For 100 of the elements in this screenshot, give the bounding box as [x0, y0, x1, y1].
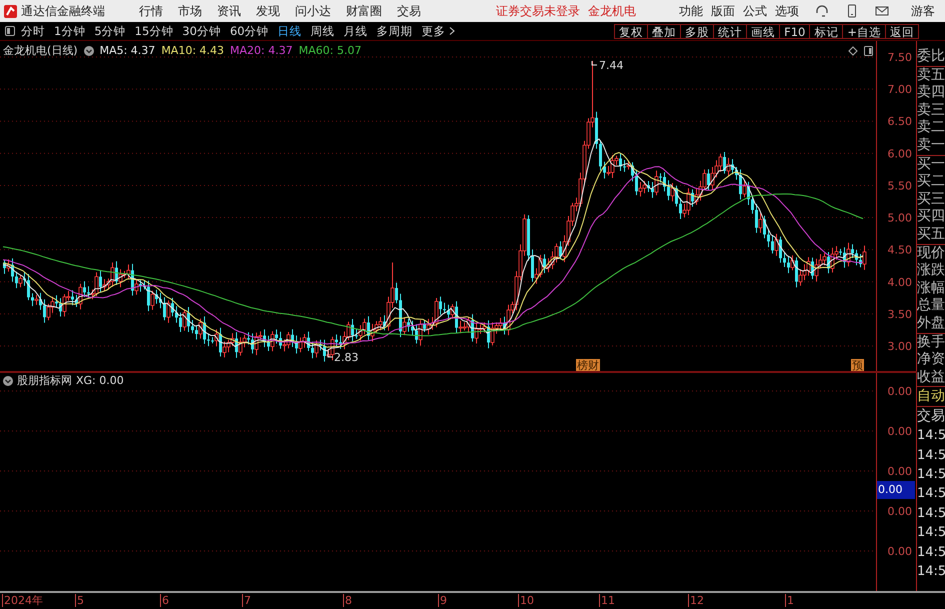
period-tab[interactable]: 多周期	[376, 24, 413, 38]
indicator-title: 股朋指标网	[17, 373, 72, 388]
trade-time: 14:5	[917, 544, 945, 562]
price-axis-label: 3.00	[888, 340, 912, 353]
menu-item[interactable]: 问小达	[295, 2, 331, 20]
quote-field-label: 涨幅	[917, 280, 945, 298]
period-tab[interactable]: 5分钟	[94, 24, 126, 38]
trade-time: 14:5	[917, 427, 945, 446]
ma-value: MA10: 4.43	[161, 44, 224, 57]
quote-field-label: 净资	[917, 351, 945, 369]
period-tab[interactable]: 月线	[344, 24, 368, 38]
quote-field-label: 涨跌	[917, 262, 945, 280]
quote-field-label: 卖一	[917, 136, 945, 155]
top-action[interactable]: 选项	[775, 2, 799, 20]
indicator-axis-label: 0.00	[888, 385, 912, 398]
time-axis-label: 11	[599, 594, 615, 607]
chevron-down-icon[interactable]	[84, 46, 94, 56]
mail-icon[interactable]	[875, 4, 889, 18]
mode-label[interactable]: 自动	[917, 387, 945, 408]
quote-field-label: 委比	[917, 48, 945, 66]
trade-time: 14:5	[917, 466, 945, 484]
quote-field-label: 外盘	[917, 314, 945, 332]
top-action[interactable]: 版面	[711, 2, 735, 20]
period-tab[interactable]: 1分钟	[54, 24, 86, 38]
menu-item[interactable]: 发现	[256, 2, 280, 20]
indicator-axis-label: 0.00	[888, 425, 912, 438]
trade-time: 14:5	[917, 563, 945, 582]
diamond-icon[interactable]	[848, 46, 858, 56]
cursor-value-label: 0.00	[877, 481, 915, 499]
login-status: 证券交易未登录	[496, 2, 580, 20]
menu-item[interactable]: 资讯	[217, 2, 241, 20]
indicator-axis-label: 0.00	[888, 465, 912, 478]
leader-line	[592, 60, 598, 66]
menu-item[interactable]: 交易	[397, 2, 421, 20]
price-axis-label: 5.50	[888, 179, 912, 192]
time-axis-label: 9	[438, 594, 447, 607]
menu-item[interactable]: 财富圈	[346, 2, 382, 20]
trade-time: 14:5	[917, 504, 945, 523]
ma-value: MA5: 4.37	[100, 44, 156, 57]
price-axis-label: 5.00	[888, 212, 912, 225]
price-axis-label: 6.00	[888, 147, 912, 160]
period-tab[interactable]: 15分钟	[134, 24, 174, 38]
stock-name: 金龙机电	[588, 2, 636, 20]
price-axis-label: 6.50	[888, 115, 912, 128]
menu-item[interactable]: 行情	[139, 2, 163, 20]
quote-field-label: 卖五	[917, 66, 945, 84]
period-tab[interactable]: 30分钟	[182, 24, 221, 38]
event-badge[interactable]: 预	[851, 359, 864, 371]
chevron-right-icon	[448, 27, 455, 35]
phone-icon[interactable]	[845, 4, 859, 18]
headset-icon[interactable]	[815, 4, 829, 18]
ma-value: MA20: 4.37	[230, 44, 293, 57]
app-title: 通达信金融终端	[21, 2, 105, 20]
period-tab[interactable]: 日线	[278, 24, 302, 38]
price-axis-label: 4.50	[888, 244, 912, 257]
chart-title: 金龙机电(日线)	[3, 43, 78, 58]
quote-field-label: 买二	[917, 173, 945, 191]
time-axis-label: 10	[518, 594, 534, 607]
quote-field-label: 卖四	[917, 84, 945, 102]
quote-field-label: 换手	[917, 334, 945, 352]
period-tab[interactable]: 更多	[422, 24, 455, 38]
price-axis-label: 7.50	[888, 51, 912, 64]
event-badge[interactable]: 榜财	[576, 359, 600, 371]
time-axis-label: 5	[75, 594, 84, 607]
quote-field-label: 收益	[917, 368, 945, 386]
period-tab[interactable]: 60分钟	[230, 24, 269, 38]
chevron-down-icon[interactable]	[3, 376, 13, 386]
quote-field-label: 买一	[917, 156, 945, 174]
price-axis-label: 7.00	[888, 83, 912, 96]
panel-toggle-icon[interactable]	[5, 26, 15, 36]
trades-title: 交易	[917, 407, 945, 426]
period-tab[interactable]: 分时	[21, 24, 45, 38]
quote-field-label: 现价	[917, 244, 945, 262]
period-tab[interactable]: 周线	[310, 24, 335, 38]
top-action[interactable]: 功能	[679, 2, 703, 20]
trade-time: 14:5	[917, 524, 945, 542]
high-price-label: 7.44	[599, 59, 624, 72]
quote-field-label: 买三	[917, 190, 945, 208]
indicator-value: XG: 0.00	[76, 374, 124, 387]
quote-field-label: 买四	[917, 208, 945, 226]
time-axis-label: 8	[343, 594, 352, 607]
panel-toggle-icon[interactable]	[864, 46, 873, 56]
time-axis-label: 7	[242, 594, 251, 607]
top-action[interactable]: 公式	[743, 2, 767, 20]
quote-field-label: 卖二	[917, 119, 945, 137]
time-axis-label: 6	[160, 594, 169, 607]
trade-time: 14:5	[917, 485, 945, 504]
quote-field-label: 总量	[917, 297, 945, 315]
app-logo-icon	[4, 4, 17, 18]
user-name[interactable]: 游客	[911, 2, 935, 20]
trade-time: 14:5	[917, 446, 945, 465]
time-axis-label: 1	[785, 594, 794, 607]
leader-line	[328, 350, 334, 358]
indicator-axis-label: 0.00	[888, 505, 912, 518]
menu-item[interactable]: 市场	[178, 2, 202, 20]
low-price-label: 2.83	[334, 351, 358, 364]
price-axis-label: 4.00	[888, 276, 912, 289]
indicator-axis-label: 0.00	[888, 545, 912, 558]
time-axis-label: 2024年	[2, 594, 43, 607]
quote-field-label: 卖三	[917, 102, 945, 120]
